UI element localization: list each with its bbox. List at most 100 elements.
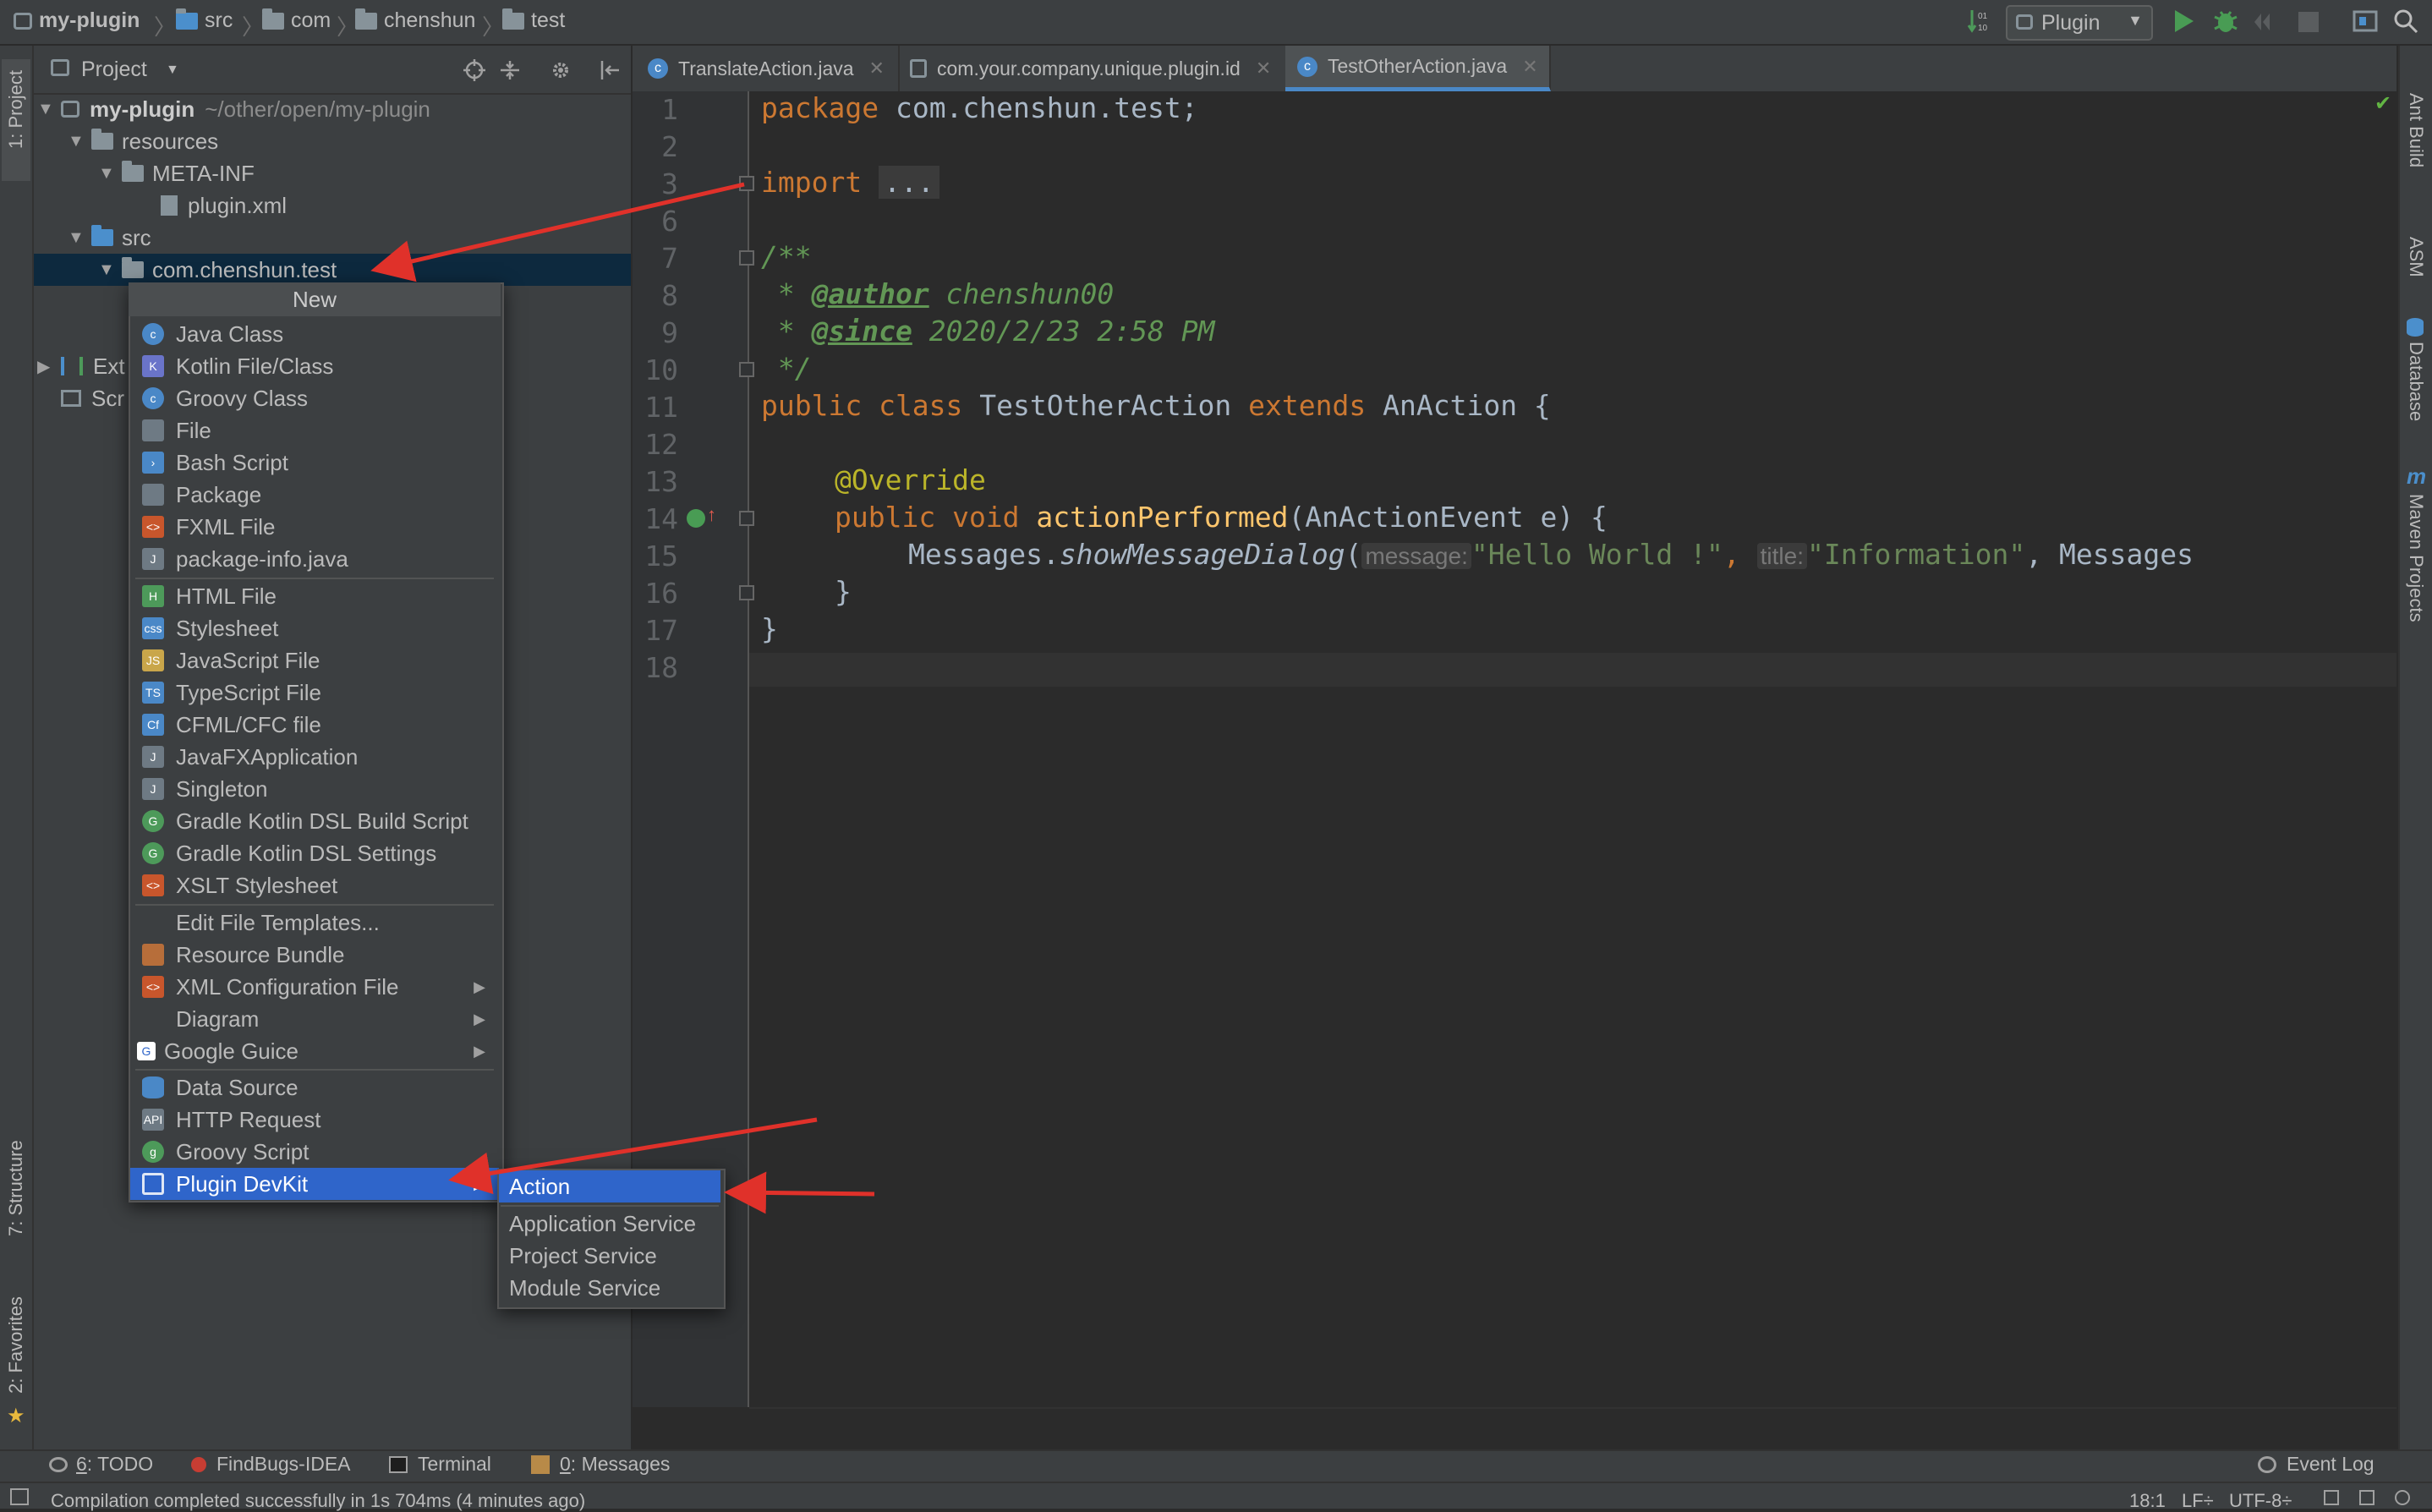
- menu-item-javafx[interactable]: J JavaFXApplication: [130, 741, 499, 773]
- expand-arrow-icon[interactable]: ▼: [68, 228, 91, 248]
- menu-item-javascript[interactable]: JS JavaScript File: [130, 644, 499, 677]
- tab-plugin-id[interactable]: com.your.company.unique.plugin.id ✕: [898, 46, 1290, 91]
- line-separator[interactable]: LF÷: [2182, 1490, 2214, 1512]
- run-configuration-select[interactable]: Plugin ▼: [2006, 5, 2153, 41]
- database-tab[interactable]: Database: [2405, 342, 2427, 421]
- menu-item-typescript[interactable]: TS TypeScript File: [130, 677, 499, 709]
- search-icon[interactable]: [2393, 8, 2418, 38]
- expand-arrow-icon[interactable]: ▼: [98, 164, 122, 184]
- menu-item-groovy-script[interactable]: g Groovy Script: [130, 1136, 499, 1168]
- tree-root[interactable]: ▼ my-plugin ~/other/open/my-plugin: [37, 93, 430, 125]
- menu-item-html[interactable]: H HTML File: [130, 580, 499, 612]
- fold-toggle-icon[interactable]: [739, 250, 754, 266]
- ant-build-tab[interactable]: Ant Build: [2405, 93, 2427, 167]
- todo-tab[interactable]: 6: TODO: [49, 1453, 153, 1476]
- terminal-icon: [389, 1455, 408, 1473]
- menu-item-cfml[interactable]: Cf CFML/CFC file: [130, 709, 499, 741]
- menu-item-package[interactable]: Package: [130, 479, 499, 511]
- hide-panel-icon[interactable]: [599, 59, 621, 85]
- findbugs-tab[interactable]: FindBugs-IDEA: [191, 1453, 351, 1476]
- collapse-arrow-icon[interactable]: ▶: [37, 356, 61, 377]
- submenu-item-module-service[interactable]: Module Service: [499, 1272, 720, 1304]
- tree-resources[interactable]: ▼ resources: [68, 125, 218, 157]
- menu-item-package-info[interactable]: Jpackage-info.java: [130, 543, 499, 575]
- messages-tab[interactable]: 0: Messages: [531, 1453, 670, 1476]
- fold-toggle-icon[interactable]: [739, 585, 754, 600]
- close-icon[interactable]: ✕: [869, 58, 885, 79]
- expand-arrow-icon[interactable]: ▼: [98, 260, 122, 280]
- menu-item-stylesheet[interactable]: css Stylesheet: [130, 612, 499, 644]
- menu-item-gradle-settings[interactable]: G Gradle Kotlin DSL Settings: [130, 837, 499, 869]
- expand-arrow-icon[interactable]: ▼: [68, 132, 91, 151]
- submenu-item-application-service[interactable]: Application Service: [499, 1208, 720, 1240]
- tree-src[interactable]: ▼ src: [68, 222, 151, 254]
- debug-icon[interactable]: [2212, 8, 2239, 40]
- coverage-icon[interactable]: [2253, 10, 2276, 38]
- structure-tab-label[interactable]: 7: Structure: [5, 1140, 27, 1236]
- tree-meta-inf[interactable]: ▼ META-INF: [98, 157, 255, 189]
- breadcrumb-com[interactable]: com: [262, 8, 331, 33]
- project-structure-icon[interactable]: [2353, 8, 2378, 38]
- tree-scratches[interactable]: Scr: [61, 382, 124, 414]
- caret-position[interactable]: 18:1: [2129, 1490, 2166, 1512]
- close-icon[interactable]: ✕: [1522, 56, 1537, 78]
- asm-tab[interactable]: ASM: [2405, 237, 2427, 277]
- tree-external-libraries[interactable]: ▶ Ext: [37, 350, 125, 382]
- inspector-icon[interactable]: [2359, 1490, 2374, 1505]
- breadcrumb-project[interactable]: my-plugin: [14, 8, 140, 33]
- menu-item-google-guice[interactable]: G Google Guice ▶: [130, 1035, 499, 1067]
- tab-test-other-action[interactable]: c TestOtherAction.java ✕: [1285, 46, 1551, 91]
- breadcrumb-chenshun[interactable]: chenshun: [355, 8, 475, 33]
- menu-item-http-request[interactable]: API HTTP Request: [130, 1104, 499, 1136]
- menu-item-gradle-build[interactable]: G Gradle Kotlin DSL Build Script: [130, 805, 499, 837]
- file-encoding[interactable]: UTF-8÷: [2229, 1490, 2292, 1512]
- close-icon[interactable]: ✕: [1256, 58, 1271, 79]
- menu-item-java-class[interactable]: c Java Class: [130, 318, 499, 350]
- stop-icon[interactable]: [2298, 12, 2319, 32]
- menu-item-groovy-class[interactable]: c Groovy Class: [130, 382, 499, 414]
- maven-projects-tab[interactable]: Maven Projects: [2405, 494, 2427, 622]
- locate-icon[interactable]: [463, 59, 485, 85]
- fold-toggle-icon[interactable]: [739, 511, 754, 526]
- event-log-tab[interactable]: Event Log: [2258, 1453, 2374, 1476]
- tool-windows-toggle-icon[interactable]: [10, 1488, 29, 1505]
- menu-item-file[interactable]: File: [130, 414, 499, 446]
- chevron-down-icon[interactable]: ▼: [166, 63, 179, 78]
- memory-icon[interactable]: [2395, 1490, 2410, 1505]
- tab-translate-action[interactable]: c TranslateAction.java ✕: [636, 46, 900, 91]
- terminal-tab[interactable]: Terminal: [389, 1453, 491, 1476]
- sort-icon[interactable]: 01 10: [1967, 8, 1989, 34]
- menu-item-diagram[interactable]: Diagram ▶: [130, 1003, 499, 1035]
- fold-toggle-icon[interactable]: [739, 362, 754, 377]
- tree-plugin-xml[interactable]: plugin.xml: [161, 189, 287, 222]
- tree-package[interactable]: ▼ com.chenshun.test: [98, 254, 337, 286]
- folded-imports[interactable]: ...: [879, 166, 939, 199]
- submenu-item-action[interactable]: Action: [499, 1170, 720, 1202]
- expand-arrow-icon[interactable]: ▼: [37, 100, 61, 119]
- implements-marker-icon[interactable]: [687, 509, 705, 528]
- menu-item-kotlin[interactable]: K Kotlin File/Class: [130, 350, 499, 382]
- breadcrumb-test[interactable]: test: [502, 8, 565, 33]
- override-arrow-icon[interactable]: ↑: [707, 504, 716, 526]
- favorites-tab-label[interactable]: 2: Favorites: [5, 1296, 27, 1394]
- lock-icon[interactable]: [2324, 1490, 2339, 1505]
- run-icon[interactable]: [2172, 8, 2195, 38]
- menu-item-plugin-devkit[interactable]: Plugin DevKit ▶: [130, 1168, 499, 1200]
- menu-item-fxml[interactable]: <> FXML File: [130, 511, 499, 543]
- menu-item-data-source[interactable]: Data Source: [130, 1071, 499, 1104]
- menu-item-xslt[interactable]: <> XSLT Stylesheet: [130, 869, 499, 901]
- collapse-all-icon[interactable]: [499, 59, 521, 85]
- menu-item-singleton[interactable]: J Singleton: [130, 773, 499, 805]
- gear-icon[interactable]: [550, 59, 572, 85]
- submenu-item-project-service[interactable]: Project Service: [499, 1240, 720, 1272]
- project-view-title[interactable]: Project: [81, 58, 147, 82]
- breadcrumb-src[interactable]: src: [176, 8, 233, 33]
- blank-icon: [142, 1008, 164, 1030]
- menu-item-resource-bundle[interactable]: Resource Bundle: [130, 939, 499, 971]
- menu-item-bash-script[interactable]: › Bash Script: [130, 446, 499, 479]
- fold-toggle-icon[interactable]: [739, 176, 754, 191]
- menu-item-xml-config[interactable]: <> XML Configuration File ▶: [130, 971, 499, 1003]
- breadcrumb-separator: 〉: [482, 14, 505, 40]
- bash-icon: ›: [142, 452, 164, 474]
- menu-item-edit-templates[interactable]: Edit File Templates...: [130, 907, 499, 939]
